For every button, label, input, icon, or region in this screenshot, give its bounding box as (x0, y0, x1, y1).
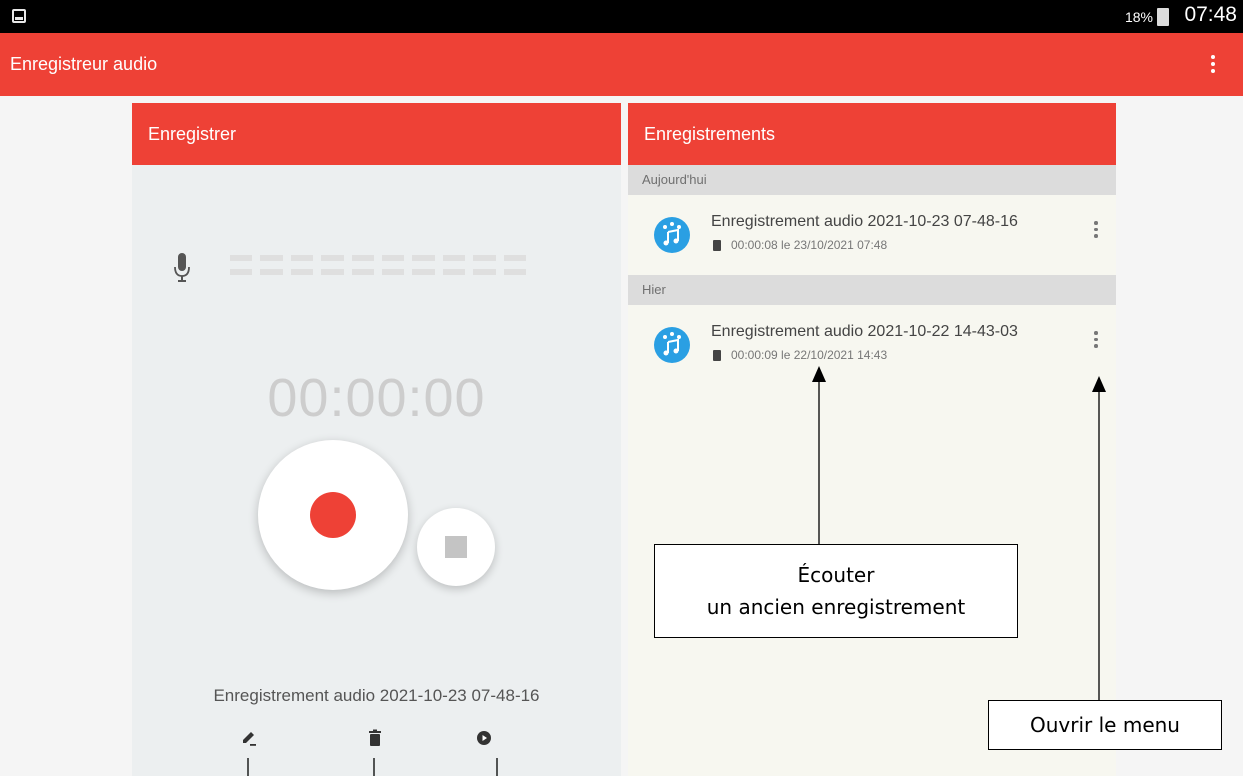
record-panel: Enregistrer 00:00:00 Enregistrement audi… (132, 103, 621, 776)
recording-item[interactable]: Enregistrement audio 2021-10-22 14-43-03… (628, 305, 1116, 385)
battery-percent: 18% (1124, 9, 1153, 25)
audio-level-meter (230, 255, 527, 281)
microphone-icon (174, 253, 190, 282)
record-panel-header: Enregistrer (132, 103, 621, 165)
recordings-panel: Enregistrements Aujourd'hui Enregistreme… (628, 103, 1116, 776)
recordings-panel-header: Enregistrements (628, 103, 1116, 165)
more-vert-icon (1090, 219, 1102, 238)
recording-timer: 00:00:00 (267, 368, 486, 428)
section-label-yesterday: Hier (628, 275, 1116, 305)
annotation-listen: Écouter un ancien enregistrement (654, 544, 1018, 638)
record-button[interactable] (258, 440, 408, 590)
record-icon (310, 492, 356, 538)
app-bar: Enregistreur audio (0, 33, 1243, 96)
recording-title: Enregistrement audio 2021-10-22 14-43-03 (711, 323, 1018, 340)
audio-file-icon (654, 327, 690, 363)
annotation-open-menu: Ouvrir le menu (988, 700, 1222, 750)
recording-menu-button[interactable] (1090, 219, 1102, 241)
section-label-today: Aujourd'hui (628, 165, 1116, 195)
status-bar: 18% 07:48 (0, 0, 1243, 33)
recording-title: Enregistrement audio 2021-10-23 07-48-16 (711, 213, 1018, 230)
overflow-menu-button[interactable] (1203, 53, 1223, 77)
current-recording-name: Enregistrement audio 2021-10-23 07-48-16 (213, 686, 540, 705)
image-notification-icon (12, 9, 26, 23)
more-vert-icon (1203, 53, 1223, 73)
recording-meta-text: 00:00:08 le 23/10/2021 07:48 (731, 238, 888, 252)
delete-icon[interactable] (364, 727, 386, 749)
edit-icon[interactable] (238, 727, 260, 749)
annotation-listen-line1: Écouter (797, 563, 875, 587)
annotation-listen-line2: un ancien enregistrement (706, 595, 966, 619)
more-vert-icon (1090, 329, 1102, 348)
app-title: Enregistreur audio (10, 54, 158, 74)
recording-meta-text: 00:00:09 le 22/10/2021 14:43 (731, 348, 888, 362)
recording-menu-button[interactable] (1090, 329, 1102, 351)
recording-item[interactable]: Enregistrement audio 2021-10-23 07-48-16… (628, 195, 1116, 275)
phone-storage-icon (713, 349, 721, 361)
phone-storage-icon (713, 239, 721, 251)
recording-meta: 00:00:09 le 22/10/2021 14:43 (713, 348, 887, 362)
recording-meta: 00:00:08 le 23/10/2021 07:48 (713, 238, 887, 252)
battery-icon (1157, 8, 1169, 26)
stop-button[interactable] (417, 508, 495, 586)
audio-file-icon (654, 217, 690, 253)
status-time: 07:48 (1184, 3, 1237, 26)
play-icon[interactable] (473, 727, 495, 749)
stop-icon (445, 536, 467, 558)
